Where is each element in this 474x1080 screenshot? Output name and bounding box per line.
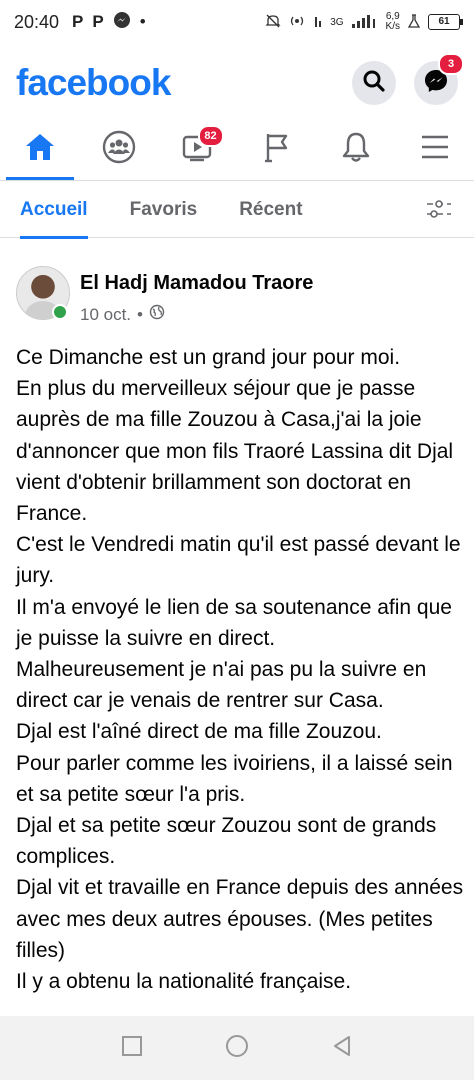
tab-recent[interactable]: Récent (239, 199, 302, 221)
home-system-button[interactable] (225, 1034, 249, 1063)
hotspot-icon (288, 13, 306, 32)
tab-accueil[interactable]: Accueil (20, 199, 88, 239)
main-nav: 82 (0, 118, 474, 181)
feed-tabs: Accueil Favoris Récent (0, 182, 474, 239)
status-bar: 20:40 P P • 3G 6,9 K/s 61 (0, 0, 474, 44)
flag-icon (262, 131, 292, 168)
battery-indicator: 61 (428, 14, 463, 30)
nav-home[interactable] (5, 119, 74, 180)
square-icon (121, 1035, 143, 1061)
tab-favoris[interactable]: Favoris (130, 199, 198, 221)
mute-icon (265, 13, 281, 32)
status-time: 20:40 (14, 11, 60, 32)
notification-icon-p: P (72, 12, 84, 31)
network-speed-unit: K/s (385, 21, 400, 32)
filter-button[interactable] (426, 198, 452, 225)
messenger-notification-icon (113, 11, 131, 34)
nav-menu[interactable] (405, 119, 465, 179)
network-speed: 6,9 K/s (386, 12, 400, 32)
meta-separator: • (137, 304, 143, 324)
signal-1-icon (313, 13, 323, 32)
nav-watch[interactable]: 82 (168, 119, 228, 179)
online-status-dot (52, 304, 68, 320)
header-actions: 3 (352, 53, 464, 105)
messenger-button[interactable]: 3 (414, 53, 464, 105)
bell-icon (341, 131, 371, 168)
facebook-logo[interactable]: facebook (16, 62, 171, 104)
nav-pages[interactable] (247, 119, 307, 179)
post-header: El Hadj Mamadou Traore 10 oct. • (16, 266, 456, 326)
post-date[interactable]: 10 oct. (80, 305, 131, 325)
more-notifications-dot: • (139, 12, 146, 31)
sliders-icon (426, 200, 452, 224)
lab-icon (407, 13, 421, 32)
status-right: 3G 6,9 K/s 61 (265, 12, 463, 32)
hamburger-menu-icon (420, 134, 450, 165)
status-left: 20:40 P P • (14, 11, 146, 34)
network-type: 3G (330, 16, 344, 28)
messenger-badge: 3 (438, 53, 464, 75)
home-icon (24, 132, 56, 167)
app-header: facebook 3 (0, 50, 474, 116)
recent-apps-button[interactable] (121, 1035, 143, 1062)
system-navigation-bar (0, 1016, 474, 1080)
circle-icon (225, 1034, 249, 1062)
back-system-button[interactable] (331, 1035, 353, 1062)
nav-groups[interactable] (89, 119, 149, 179)
post-text: Ce Dimanche est un grand jour pour moi. … (16, 346, 464, 994)
groups-icon (102, 130, 136, 169)
video-badge: 82 (197, 125, 224, 147)
nav-notifications[interactable] (326, 119, 386, 179)
post-meta: 10 oct. • (80, 304, 165, 325)
signal-bars-icon (351, 13, 379, 32)
search-button[interactable] (352, 61, 396, 105)
notification-icon-p: P (92, 12, 104, 31)
search-icon (362, 69, 386, 98)
back-triangle-icon (331, 1035, 353, 1061)
globe-icon (149, 304, 165, 325)
post-author[interactable]: El Hadj Mamadou Traore (80, 272, 313, 295)
